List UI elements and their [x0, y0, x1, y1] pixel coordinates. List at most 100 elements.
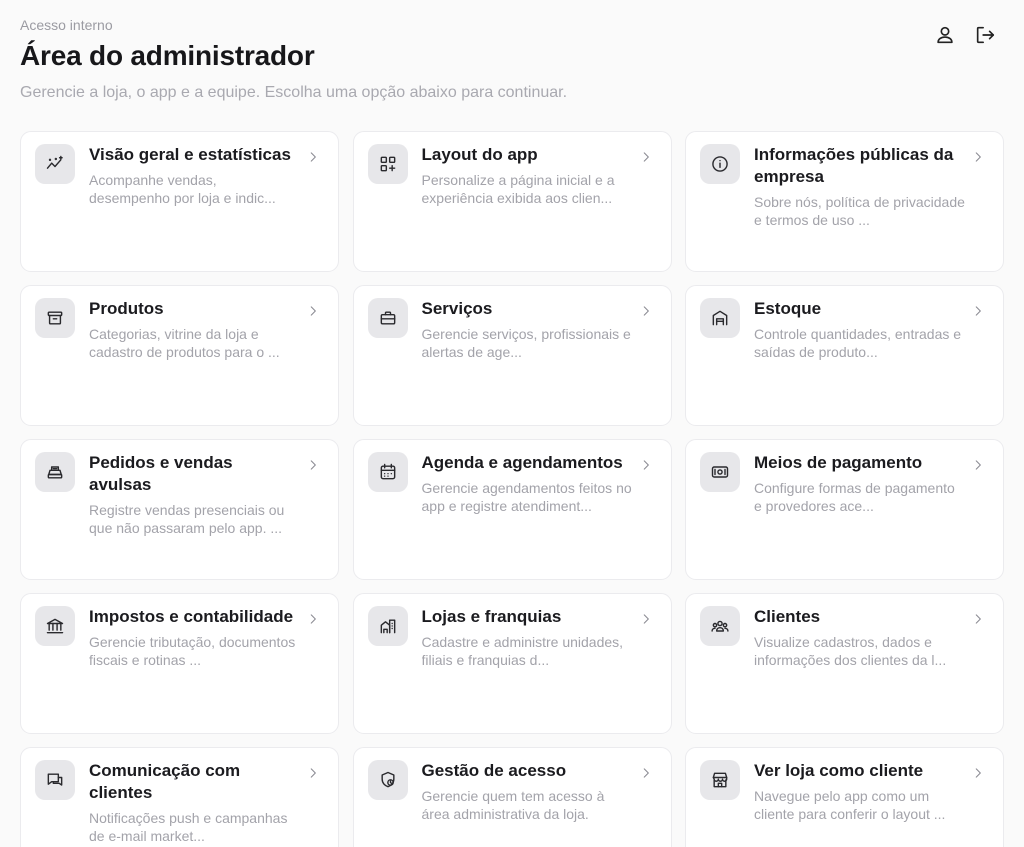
card-title: Pedidos e vendas avulsas — [89, 453, 233, 494]
card-icon-container — [367, 452, 408, 492]
chat-icon — [47, 773, 63, 786]
bank-icon — [46, 618, 64, 634]
card-title: Agenda e agendamentos — [421, 453, 623, 472]
chevron-right-icon — [971, 766, 985, 780]
menu-card-8[interactable]: Agenda e agendamentos Gerencie agendament… — [352, 439, 672, 580]
card-title: Clientes — [754, 607, 821, 626]
card-description: Gerencie serviços, profissionais e alert… — [421, 326, 631, 360]
menu-card-1[interactable]: Visão geral e estatísticas Acompanhe vend… — [20, 131, 339, 272]
chevron-right-icon — [971, 304, 985, 318]
card-icon-container — [35, 606, 75, 646]
card-icon-container — [367, 144, 408, 184]
menu-card-11[interactable]: Lojas e franquias Cadastre e administre u… — [352, 593, 672, 734]
card-icon-container — [367, 298, 408, 338]
page-header: Acesso interno Área do administrador Ger… — [20, 16, 1004, 126]
logout-icon — [976, 26, 995, 44]
admin-page: Acesso interno Área do administrador Ger… — [0, 0, 1024, 847]
grid-plus-icon — [380, 156, 395, 172]
page-subtitle: Gerencie a loja, o app e a equipe. Escol… — [20, 84, 568, 101]
register-icon — [47, 466, 63, 479]
header-actions — [932, 22, 998, 48]
card-icon-container — [700, 760, 740, 800]
card-description: Gerencie quem tem acesso à área administ… — [421, 788, 605, 822]
users-icon — [711, 620, 729, 632]
card-description: Controle quantidades, entradas e saídas … — [754, 326, 962, 360]
menu-card-12[interactable]: Clientes Visualize cadastros, dados e inf… — [685, 593, 1004, 734]
card-title: Serviços — [421, 299, 493, 318]
info-icon — [712, 156, 728, 172]
card-icon-container — [35, 760, 75, 800]
card-icon-container — [35, 144, 75, 184]
buildings-icon — [380, 619, 395, 634]
chevron-right-icon — [306, 150, 320, 164]
chevron-right-icon — [971, 458, 985, 472]
card-title: Impostos e contabilidade — [89, 607, 294, 626]
chevron-right-icon — [971, 150, 985, 164]
card-icon-container — [35, 452, 75, 492]
card-icon-container — [700, 606, 740, 646]
card-icon-container — [700, 298, 740, 338]
chevron-right-icon — [306, 304, 320, 318]
card-title: Meios de pagamento — [754, 453, 923, 472]
card-description: Gerencie agendamentos feitos no app e re… — [421, 480, 632, 514]
card-description: Navegue pelo app como um cliente para co… — [754, 788, 946, 822]
menu-card-7[interactable]: Pedidos e vendas avulsas Registre vendas … — [20, 439, 339, 580]
warehouse-icon — [712, 310, 728, 326]
card-icon-container — [367, 606, 408, 646]
card-description: Visualize cadastros, dados e informações… — [754, 634, 947, 668]
card-title: Lojas e franquias — [421, 607, 562, 626]
card-description: Configure formas de pagamento e provedor… — [754, 480, 955, 514]
chevron-right-icon — [971, 612, 985, 626]
menu-card-2[interactable]: Layout do app Personalize a página inicia… — [352, 131, 672, 272]
page-title: Área do administrador — [20, 40, 315, 71]
card-title: Ver loja como cliente — [754, 761, 924, 780]
store-icon — [712, 772, 728, 788]
briefcase-icon — [380, 311, 395, 325]
menu-grid: Visão geral e estatísticas Acompanhe vend… — [20, 131, 1004, 847]
chevron-right-icon — [306, 612, 320, 626]
chevron-right-icon — [639, 612, 653, 626]
card-icon-container — [700, 452, 740, 492]
menu-card-6[interactable]: Estoque Controle quantidades, entradas e … — [685, 285, 1004, 426]
card-description: Notificações push e campanhas de e-mail … — [89, 810, 288, 844]
card-icon-container — [367, 760, 408, 800]
logout-button[interactable] — [972, 22, 998, 48]
menu-card-13[interactable]: Comunicação com clientes Notificações pus… — [20, 747, 339, 847]
card-description: Acompanhe vendas, desempenho por loja e … — [89, 172, 276, 206]
chevron-right-icon — [639, 150, 653, 164]
card-title: Gestão de acesso — [421, 761, 567, 780]
card-title: Estoque — [754, 299, 822, 318]
chevron-right-icon — [639, 304, 653, 318]
chevron-right-icon — [306, 458, 320, 472]
menu-card-14[interactable]: Gestão de acesso Gerencie quem tem acesso… — [352, 747, 672, 847]
card-description: Cadastre e administre unidades, filiais … — [421, 634, 624, 668]
card-title: Layout do app — [421, 145, 538, 164]
card-description: Personalize a página inicial e a experiê… — [421, 172, 615, 206]
menu-card-5[interactable]: Serviços Gerencie serviços, profissionais… — [352, 285, 672, 426]
card-icon-container — [35, 298, 75, 338]
calendar-icon — [380, 463, 395, 480]
card-icon-container — [700, 144, 740, 184]
chevron-right-icon — [306, 766, 320, 780]
card-title: Informações públicas da empresa — [754, 145, 954, 186]
user-icon — [937, 26, 953, 44]
chart-icon — [46, 155, 63, 169]
archive-icon — [47, 311, 63, 325]
profile-button[interactable] — [932, 22, 958, 48]
menu-card-15[interactable]: Ver loja como cliente Navegue pelo app co… — [685, 747, 1004, 847]
shield-lock-icon — [380, 771, 395, 788]
menu-card-10[interactable]: Impostos e contabilidade Gerencie tributa… — [20, 593, 339, 734]
chevron-right-icon — [639, 458, 653, 472]
eyebrow-label: Acesso interno — [20, 17, 113, 33]
money-icon — [711, 466, 729, 478]
card-description: Categorias, vitrine da loja e cadastro d… — [89, 326, 280, 360]
card-description: Gerencie tributação, documentos fiscais … — [89, 634, 296, 668]
card-title: Produtos — [89, 299, 164, 318]
card-title: Visão geral e estatísticas — [89, 145, 291, 164]
card-description: Registre vendas presenciais ou que não p… — [89, 502, 285, 536]
card-description: Sobre nós, política de privacidade e ter… — [754, 194, 965, 228]
menu-card-3[interactable]: Informações públicas da empresa Sobre nós… — [685, 131, 1004, 272]
menu-card-4[interactable]: Produtos Categorias, vitrine da loja e ca… — [20, 285, 339, 426]
menu-card-9[interactable]: Meios de pagamento Configure formas de pa… — [685, 439, 1004, 580]
card-title: Comunicação com clientes — [89, 761, 241, 802]
